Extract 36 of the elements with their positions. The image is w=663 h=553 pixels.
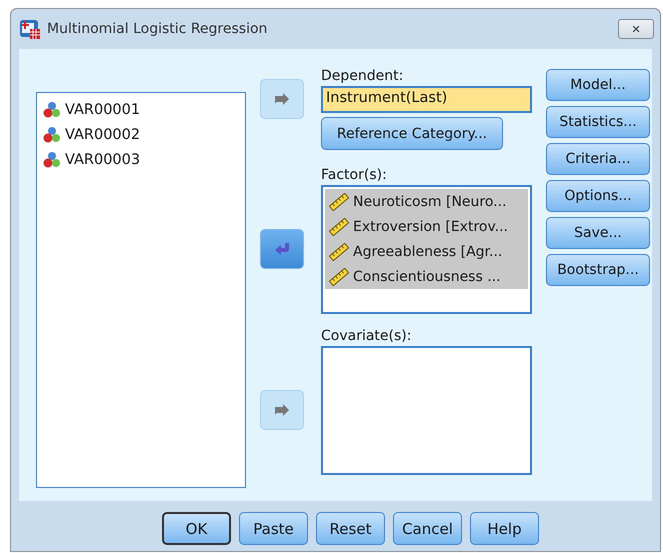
dialog-button[interactable]: Bootstrap... [546,254,650,286]
factors-list[interactable]: Neuroticosm [Neuro... Extroversion [Extrov... Agreeableness [Agr... Conscientiousness ... [321,185,532,314]
dialog-button[interactable]: Save... [546,217,650,249]
dialog-button[interactable]: Options... [546,180,650,212]
dialog-button[interactable]: Help [470,512,539,545]
dialog-button[interactable]: Reset [316,512,385,545]
factor-item[interactable]: Agreeableness [Agr... [325,239,528,264]
dialog-button[interactable]: Cancel [393,512,462,545]
variable-list[interactable]: VAR00001 VAR00002 VAR00003 [36,92,246,488]
dialog-button[interactable]: OK [162,512,231,545]
dependent-field[interactable]: Instrument(Last) [321,86,532,113]
nominal-variable-icon [43,126,61,143]
variable-name[interactable]: VAR00003 [65,152,140,168]
app-icon [19,18,41,40]
variable-name[interactable]: VAR00001 [65,102,140,118]
dialog-button[interactable]: Model... [546,69,650,101]
dialog-button[interactable]: Statistics... [546,106,650,138]
variable-name[interactable]: VAR00002 [65,126,140,142]
move-button[interactable] [260,229,304,269]
covariates-list[interactable] [321,346,532,475]
factor-item[interactable]: Neuroticosm [Neuro... [325,189,528,214]
arrow-icon [273,91,291,107]
factors-label: Factor(s): [321,167,388,185]
arrow-icon [273,241,291,257]
dialog-button[interactable]: Paste [239,512,308,545]
factor-item[interactable]: Extroversion [Extrov... [325,214,528,239]
dependent-label: Dependent: [321,68,404,86]
arrow-icon [273,402,291,418]
covariates-label: Covariate(s): [321,328,412,346]
nominal-variable-icon [43,101,61,118]
reference-category-button[interactable]: Reference Category... [321,117,503,150]
window-title: Multinomial Logistic Regression [47,21,268,37]
factor-item[interactable]: Conscientiousness ... [325,264,528,289]
nominal-variable-icon [43,151,61,168]
close-button[interactable]: ✕ [618,19,654,39]
dialog-button[interactable]: Criteria... [546,143,650,175]
